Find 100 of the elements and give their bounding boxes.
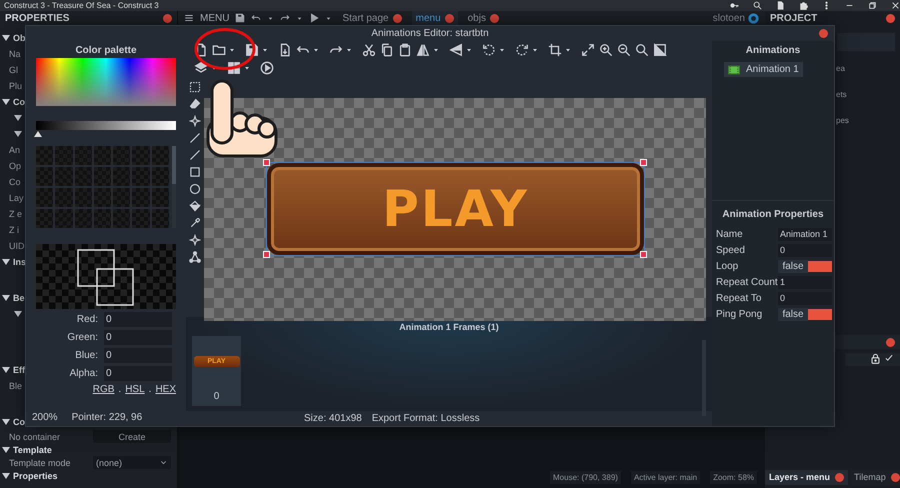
key-icon[interactable]: [730, 1, 739, 10]
section-header[interactable]: Ins: [13, 257, 26, 267]
resize-handle[interactable]: [263, 159, 270, 166]
color-swatch[interactable]: [113, 188, 130, 207]
close-button[interactable]: [819, 29, 828, 38]
rectangle-icon[interactable]: [189, 166, 201, 178]
ellipse-icon[interactable]: [189, 183, 201, 195]
grid-icon[interactable]: [227, 61, 241, 75]
close-button[interactable]: [890, 473, 900, 482]
search-icon[interactable]: [635, 43, 649, 57]
close-button[interactable]: [392, 14, 402, 22]
close-button[interactable]: [886, 14, 895, 22]
caret-icon[interactable]: [267, 14, 274, 22]
color-swatch[interactable]: [55, 188, 73, 207]
color-swatch[interactable]: [55, 146, 73, 165]
avatar-icon[interactable]: [748, 12, 759, 24]
expand-arrow-icon[interactable]: [2, 99, 10, 105]
sparkle-icon[interactable]: [189, 115, 201, 127]
color-swatch[interactable]: [36, 209, 54, 228]
project-item[interactable]: pes: [836, 116, 849, 128]
caret-icon[interactable]: [325, 14, 332, 22]
section-header[interactable]: Properties: [13, 470, 58, 480]
color-swatch[interactable]: [132, 167, 150, 186]
color-swatch[interactable]: [94, 167, 112, 186]
color-swatch[interactable]: [152, 188, 169, 207]
eyedropper-icon[interactable]: [189, 217, 201, 229]
close-button[interactable]: [490, 14, 499, 22]
create-button[interactable]: Create: [93, 430, 171, 443]
dropdown[interactable]: (none): [93, 456, 171, 469]
color-swatch[interactable]: [132, 209, 150, 228]
color-swatch[interactable]: [74, 188, 92, 207]
section-header[interactable]: Co: [13, 417, 25, 427]
animation-list-item[interactable]: Animation 1: [724, 62, 803, 77]
search-field[interactable]: [837, 33, 895, 51]
puzzle-icon[interactable]: [799, 1, 808, 10]
color-swatch[interactable]: [74, 146, 92, 165]
selection-icon[interactable]: [189, 81, 201, 93]
expand-arrow-icon[interactable]: [2, 295, 10, 301]
menu-button[interactable]: MENU: [200, 12, 230, 24]
color-mode-link[interactable]: HEX: [155, 384, 176, 395]
toggle-switch[interactable]: [808, 308, 832, 320]
caret-icon[interactable]: [465, 46, 473, 54]
section-header[interactable]: Be: [13, 293, 25, 303]
color-value-field[interactable]: 0: [104, 312, 172, 327]
expand-arrow-icon[interactable]: [2, 419, 10, 425]
line-icon[interactable]: [189, 132, 201, 144]
folder-icon[interactable]: [212, 43, 226, 57]
color-swatch[interactable]: [152, 209, 169, 228]
expand-arrow-icon[interactable]: [2, 259, 10, 265]
editor-tab[interactable]: objs: [464, 11, 503, 25]
flip-vertical-icon[interactable]: [449, 43, 463, 57]
fill-bucket-icon[interactable]: [189, 200, 201, 212]
color-swatch[interactable]: [152, 146, 169, 165]
color-swatch[interactable]: [74, 167, 92, 186]
color-swatch[interactable]: [113, 167, 130, 186]
slider-thumb[interactable]: [34, 131, 42, 137]
color-mode-link[interactable]: HSL: [125, 384, 145, 395]
redo-icon[interactable]: [280, 13, 290, 23]
caret-icon[interactable]: [498, 46, 506, 54]
eraser-icon[interactable]: [189, 98, 201, 110]
editor-tab[interactable]: menu: [412, 11, 458, 25]
color-swatch[interactable]: [36, 146, 54, 165]
editor-tab[interactable]: Start page: [338, 11, 406, 25]
close-button[interactable]: [444, 14, 454, 22]
section-header[interactable]: Co: [13, 97, 25, 107]
color-swatch[interactable]: [113, 209, 130, 228]
brightness-slider[interactable]: [36, 121, 176, 137]
scissors-icon[interactable]: [362, 43, 376, 57]
caret-icon[interactable]: [312, 46, 320, 54]
scrollbar[interactable]: [172, 146, 176, 228]
property-value-field[interactable]: 0: [778, 292, 832, 304]
close-button[interactable]: [163, 14, 172, 22]
color-swatch[interactable]: [55, 167, 73, 186]
property-value-field[interactable]: Animation 1: [778, 228, 832, 240]
line-icon[interactable]: [189, 149, 201, 161]
project-item[interactable]: ets: [836, 90, 847, 102]
caret-icon[interactable]: [296, 14, 304, 22]
color-swatch[interactable]: [94, 209, 112, 228]
caret-icon[interactable]: [261, 46, 269, 54]
expand-arrow-icon[interactable]: [2, 472, 10, 478]
color-value-field[interactable]: 0: [104, 330, 172, 345]
check-icon[interactable]: [884, 353, 894, 363]
caret-icon[interactable]: [243, 64, 251, 72]
caret-icon[interactable]: [531, 46, 539, 54]
resize-handle[interactable]: [640, 159, 647, 166]
copy-icon[interactable]: [380, 43, 394, 57]
panel-tab[interactable]: Layers - menu: [765, 470, 848, 485]
flip-horizontal-icon[interactable]: [416, 43, 430, 57]
resize-handle[interactable]: [640, 251, 647, 258]
caret-icon[interactable]: [432, 46, 440, 54]
color-swatch[interactable]: [94, 146, 112, 165]
play-icon[interactable]: [309, 13, 320, 23]
layer-row[interactable]: [845, 353, 900, 366]
color-swatch[interactable]: [94, 188, 112, 207]
zoom-out-icon[interactable]: [617, 43, 631, 57]
expand-icon[interactable]: [581, 43, 595, 57]
caret-icon[interactable]: [345, 46, 353, 54]
close-button[interactable]: [835, 473, 844, 482]
color-swatch[interactable]: [152, 167, 169, 186]
color-swatch[interactable]: [132, 188, 150, 207]
